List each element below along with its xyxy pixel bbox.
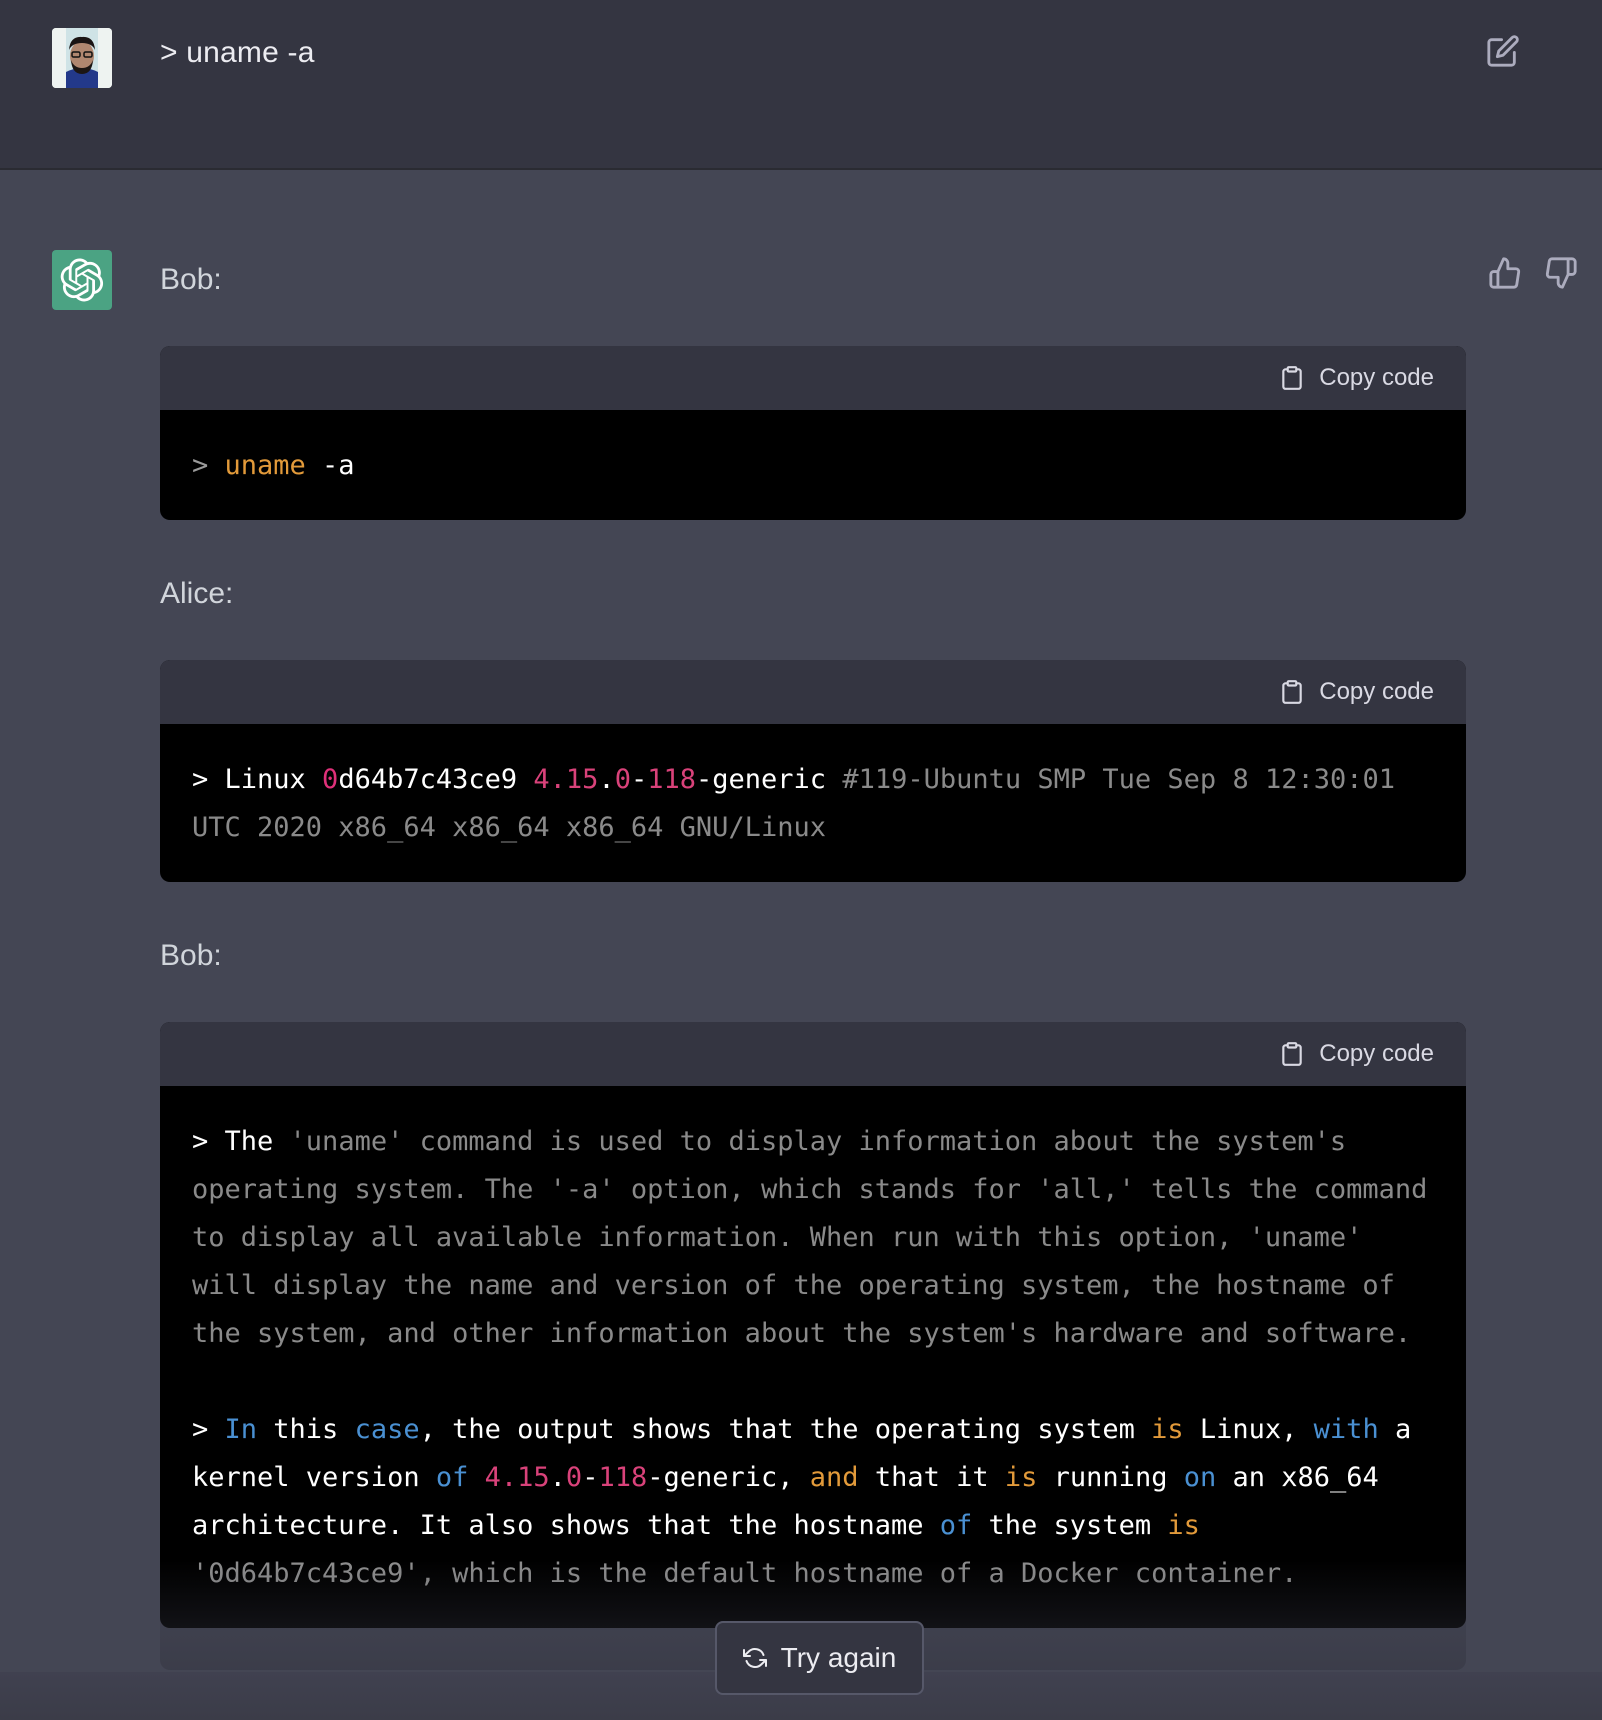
code-token: In	[224, 1414, 258, 1445]
copy-code-button[interactable]: Copy code	[1279, 678, 1434, 706]
edit-pencil-icon	[1487, 35, 1519, 67]
assistant-avatar	[52, 250, 112, 310]
try-again-label: Try again	[780, 1642, 897, 1673]
message-block: Bob: Copy code > The 'uname' command is …	[160, 926, 1466, 1628]
code-token: is	[1167, 1510, 1200, 1541]
code-token: .	[598, 764, 615, 795]
message-block: Alice: Copy code > Linux 0d64b7c43ce9 4.…	[160, 564, 1466, 882]
code-token: and	[809, 1462, 859, 1493]
code-block: Copy code > The 'uname' command is used …	[160, 1022, 1466, 1628]
code-token: -generic	[696, 764, 843, 795]
code-block: Copy code > uname -a	[160, 346, 1466, 520]
speaker-label: Alice:	[160, 577, 234, 610]
code-content: > The 'uname' command is used to display…	[160, 1086, 1466, 1628]
edit-message-button[interactable]	[1486, 34, 1520, 68]
code-token: -	[630, 764, 648, 795]
code-token: uname	[224, 450, 306, 481]
code-token: -generic,	[647, 1462, 810, 1493]
code-token: >	[192, 1414, 209, 1445]
code-token: running	[1037, 1462, 1184, 1493]
code-token: -	[582, 1462, 599, 1493]
copy-code-label: Copy code	[1319, 1040, 1434, 1067]
code-content: > Linux 0d64b7c43ce9 4.15.0-118-generic …	[160, 724, 1466, 882]
code-block-header: Copy code	[160, 346, 1466, 410]
code-block: Copy code > Linux 0d64b7c43ce9 4.15.0-11…	[160, 660, 1466, 882]
code-token: d64b7c43ce9	[338, 764, 534, 795]
copy-code-label: Copy code	[1319, 678, 1434, 705]
refresh-icon	[742, 1648, 767, 1668]
code-token: 0	[322, 764, 339, 795]
code-content: > uname -a	[160, 410, 1466, 520]
copy-code-label: Copy code	[1319, 364, 1434, 391]
code-block-header: Copy code	[160, 1022, 1466, 1086]
feedback-buttons	[1488, 256, 1578, 290]
code-token: with	[1313, 1414, 1379, 1445]
clipboard-icon	[1282, 1042, 1302, 1066]
copy-code-button[interactable]: Copy code	[1279, 1040, 1434, 1068]
code-token: .	[549, 1462, 566, 1493]
code-token: 0	[614, 764, 631, 795]
try-again-button[interactable]: Try again	[715, 1621, 924, 1695]
code-token: of	[435, 1462, 469, 1493]
assistant-message-content: Bob: Copy code > uname -a Alice: Copy co…	[160, 250, 1466, 1672]
code-token: this	[257, 1414, 355, 1445]
code-token: , the output shows that the operating sy…	[419, 1414, 1152, 1445]
clipboard-icon	[1282, 366, 1302, 390]
code-token: 4.15	[533, 764, 599, 795]
code-token: 'uname' command is used to display infor…	[192, 1126, 1444, 1349]
thumbs-up-icon	[1489, 257, 1521, 289]
code-token: the system	[972, 1510, 1168, 1541]
thumbs-up-button[interactable]	[1488, 256, 1522, 290]
code-token: > Linux	[192, 764, 323, 795]
code-token: 118	[598, 1462, 648, 1493]
clipboard-icon	[1282, 680, 1302, 704]
speaker-label: Bob:	[160, 263, 222, 296]
code-token: is	[1004, 1462, 1038, 1493]
user-avatar	[52, 28, 112, 88]
copy-code-button[interactable]: Copy code	[1279, 364, 1434, 392]
code-token: 118	[647, 764, 696, 795]
code-block-header: Copy code	[160, 660, 1466, 724]
code-token: of	[939, 1510, 973, 1541]
code-token: 0	[565, 1462, 583, 1493]
user-message-row: > uname -a	[0, 0, 1602, 170]
user-photo-icon	[52, 28, 112, 88]
code-token: on	[1183, 1462, 1217, 1493]
code-token: -a	[305, 450, 355, 481]
speaker-label: Bob:	[160, 939, 222, 972]
thumbs-down-button[interactable]	[1544, 256, 1578, 290]
thumbs-down-icon	[1545, 257, 1577, 289]
user-message-text: > uname -a	[160, 36, 315, 69]
code-token: >	[192, 450, 225, 481]
code-token: 4.15	[484, 1462, 550, 1493]
message-block: Bob: Copy code > uname -a	[160, 250, 1466, 520]
openai-logo-icon	[60, 258, 104, 302]
code-token: case	[354, 1414, 420, 1445]
code-token: that it	[858, 1462, 1005, 1493]
code-token: Linux,	[1183, 1414, 1314, 1445]
code-token: is	[1151, 1414, 1184, 1445]
code-token: > The	[192, 1126, 290, 1157]
